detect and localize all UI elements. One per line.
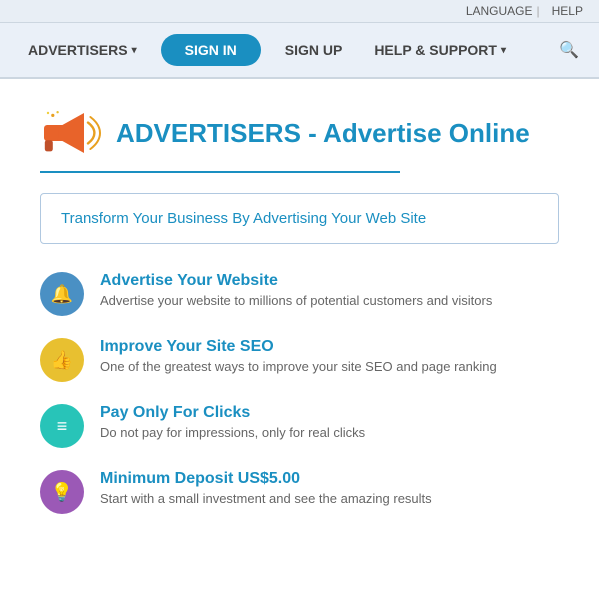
feature-list: 🔔 Advertise Your Website Advertise your … — [40, 272, 559, 514]
feature-title-1: Improve Your Site SEO — [100, 338, 497, 356]
search-icon[interactable]: 🔍 — [551, 40, 587, 60]
megaphone-icon — [40, 103, 104, 163]
feature-title-0: Advertise Your Website — [100, 272, 492, 290]
feature-icon-0: 🔔 — [40, 272, 84, 316]
feature-desc-0: Advertise your website to millions of po… — [100, 293, 492, 308]
tagline-box: Transform Your Business By Advertising Y… — [40, 193, 559, 244]
feature-desc-3: Start with a small investment and see th… — [100, 491, 432, 506]
feature-desc-1: One of the greatest ways to improve your… — [100, 359, 497, 374]
feature-text-2: Pay Only For Clicks Do not pay for impre… — [100, 404, 365, 440]
feature-text-1: Improve Your Site SEO One of the greates… — [100, 338, 497, 374]
feature-title-2: Pay Only For Clicks — [100, 404, 365, 422]
feature-title-3: Minimum Deposit US$5.00 — [100, 470, 432, 488]
feature-icon-2: ≡ — [40, 404, 84, 448]
main-nav: ADVERTISERS ▾ SIGN IN SIGN UP HELP & SUP… — [0, 23, 599, 79]
hero-header: ADVERTISERS - Advertise Online — [40, 103, 559, 163]
feature-item: 🔔 Advertise Your Website Advertise your … — [40, 272, 559, 316]
feature-icon-3: 💡 — [40, 470, 84, 514]
nav-help[interactable]: HELP & SUPPORT ▾ — [358, 23, 522, 77]
help-link[interactable]: HELP — [552, 4, 583, 18]
advertisers-arrow-icon: ▾ — [132, 45, 137, 56]
separator: | — [537, 4, 540, 18]
language-link[interactable]: LANGUAGE — [466, 4, 533, 18]
feature-icon-1: 👍 — [40, 338, 84, 382]
nav-advertisers[interactable]: ADVERTISERS ▾ — [12, 23, 153, 77]
feature-item: 👍 Improve Your Site SEO One of the great… — [40, 338, 559, 382]
hero-underline — [40, 171, 400, 173]
feature-text-3: Minimum Deposit US$5.00 Start with a sma… — [100, 470, 432, 506]
feature-item: ≡ Pay Only For Clicks Do not pay for imp… — [40, 404, 559, 448]
feature-text-0: Advertise Your Website Advertise your we… — [100, 272, 492, 308]
tagline-text: Transform Your Business By Advertising Y… — [61, 210, 538, 227]
main-content: ADVERTISERS - Advertise Online Transform… — [0, 79, 599, 568]
top-bar: LANGUAGE | HELP — [0, 0, 599, 23]
feature-desc-2: Do not pay for impressions, only for rea… — [100, 425, 365, 440]
hero-title: ADVERTISERS - Advertise Online — [116, 118, 530, 149]
feature-item: 💡 Minimum Deposit US$5.00 Start with a s… — [40, 470, 559, 514]
nav-signup[interactable]: SIGN UP — [269, 23, 359, 77]
signin-button[interactable]: SIGN IN — [161, 34, 261, 66]
help-arrow-icon: ▾ — [501, 45, 506, 56]
